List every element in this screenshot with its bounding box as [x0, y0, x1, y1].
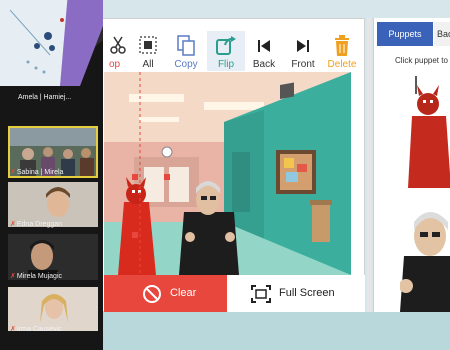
- crop-tool-button[interactable]: op: [95, 31, 133, 71]
- puppet-hint: Click puppet to: [395, 56, 448, 65]
- mic-muted-icon: ✗: [10, 326, 16, 333]
- puppet-thumbnail-devil[interactable]: [404, 76, 450, 196]
- copy-icon: [177, 35, 195, 56]
- puppet-thumbnail-old-man[interactable]: [399, 208, 450, 312]
- toolbar: op All Copy Flip Back Front Delete: [103, 31, 365, 71]
- flip-icon: [216, 36, 236, 55]
- tab-puppets[interactable]: Puppets: [377, 22, 433, 46]
- skip-forward-icon: [297, 40, 309, 52]
- participant-name: ✗Edna Dreggan: [10, 221, 63, 228]
- tab-backgrounds[interactable]: Bac: [434, 22, 450, 46]
- hallway-background: [104, 72, 351, 275]
- bottom-bar: Clear Full Screen: [103, 275, 365, 313]
- participant-name: ✗Mirela Mujagic: [10, 273, 62, 280]
- clear-button[interactable]: Clear: [104, 275, 227, 313]
- select-all-button[interactable]: All: [129, 31, 167, 71]
- send-back-button[interactable]: Back: [245, 31, 283, 71]
- scissors-icon: [110, 36, 126, 54]
- fullscreen-icon: [251, 285, 271, 303]
- mic-muted-icon: ✗: [10, 169, 16, 176]
- mic-muted-icon: ✗: [10, 273, 16, 280]
- participant-name: Amela | Hamiej...: [18, 94, 72, 101]
- participant-name: ✗Irma Causevic: [10, 326, 62, 333]
- flip-button[interactable]: Flip: [207, 31, 245, 71]
- video-call-panel: Amela | Hamiej... ✗Sabina | Mirela ✗Edna…: [0, 0, 103, 350]
- copy-button[interactable]: Copy: [167, 31, 205, 71]
- trash-icon: [335, 35, 349, 56]
- screen-share-thumbnail[interactable]: [0, 0, 103, 86]
- select-all-icon: [139, 36, 157, 54]
- skip-back-icon: [258, 40, 270, 52]
- app-scrollbar[interactable]: [367, 18, 371, 312]
- puppet-panel: Puppets Bac Click puppet to: [373, 18, 450, 312]
- mic-muted-icon: ✗: [10, 221, 16, 228]
- taskbar-strip: [103, 312, 450, 350]
- shared-screen: op All Copy Flip Back Front Delete Clear…: [103, 0, 450, 350]
- delete-button[interactable]: Delete: [323, 31, 361, 71]
- ban-icon: [143, 285, 161, 303]
- fullscreen-button[interactable]: Full Screen: [227, 275, 365, 313]
- bring-front-button[interactable]: Front: [284, 31, 322, 71]
- puppet-stage[interactable]: [104, 72, 351, 275]
- participant-name: ✗Sabina | Mirela: [10, 169, 64, 176]
- puppet-app: op All Copy Flip Back Front Delete Clear…: [103, 18, 365, 313]
